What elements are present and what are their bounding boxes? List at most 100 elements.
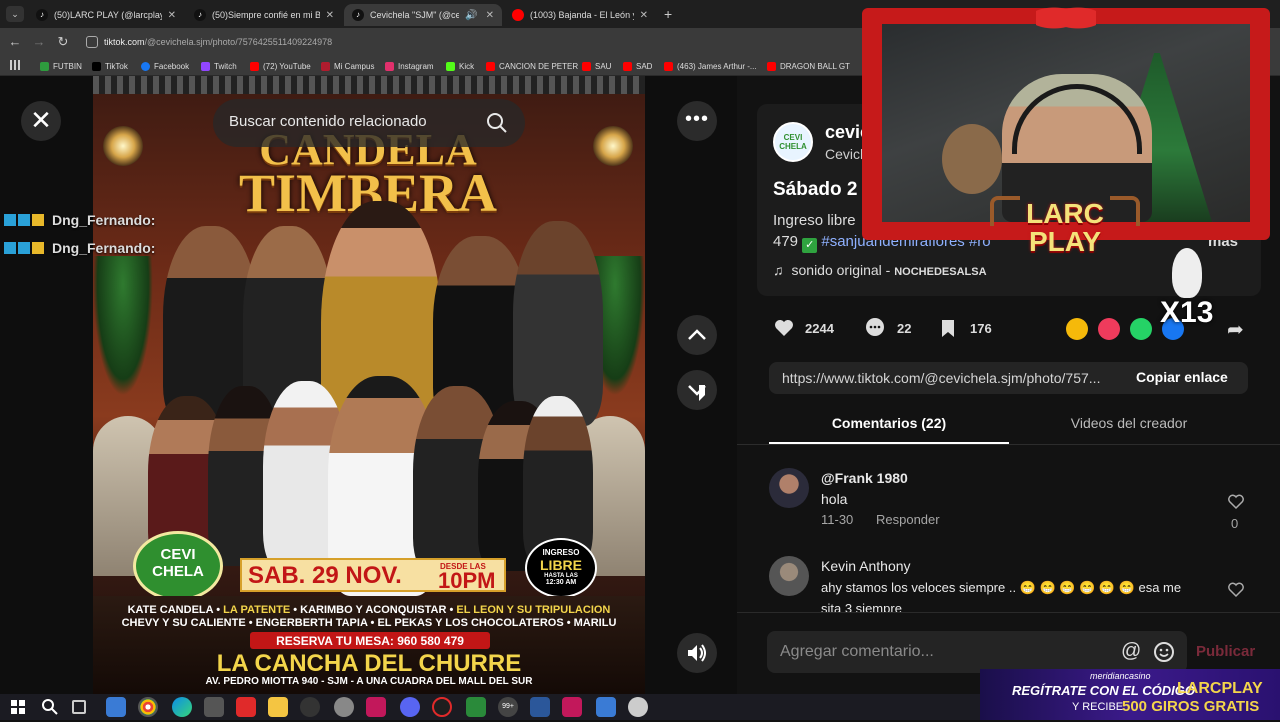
christmas-bow-icon bbox=[1036, 0, 1096, 30]
comment-username[interactable]: Kevin Anthony bbox=[821, 558, 911, 574]
app-icon[interactable] bbox=[334, 697, 354, 717]
avatar[interactable] bbox=[769, 556, 809, 596]
logo-text: CEVI bbox=[160, 546, 196, 563]
share-arrow-icon[interactable]: ➦ bbox=[1227, 317, 1244, 342]
copy-link-button[interactable]: Copiar enlace bbox=[1136, 369, 1228, 385]
badge-icon bbox=[18, 242, 30, 254]
apps-grid-icon[interactable] bbox=[10, 60, 20, 70]
avatar-text: CEVI bbox=[783, 133, 803, 142]
youtube-icon bbox=[486, 61, 495, 71]
obs-icon[interactable] bbox=[432, 697, 452, 717]
campus-icon bbox=[321, 61, 330, 71]
bookmark-youtube[interactable]: (72) YouTube bbox=[250, 59, 311, 73]
artist-name: LA PATENTE bbox=[223, 604, 291, 616]
search-icon[interactable] bbox=[486, 112, 508, 134]
reload-icon[interactable]: ↻ bbox=[54, 33, 72, 51]
forward-icon[interactable]: → bbox=[30, 33, 48, 51]
comment-like-icon[interactable] bbox=[1227, 493, 1245, 511]
bookmark-sau[interactable]: SAU bbox=[582, 59, 611, 73]
app-icon[interactable] bbox=[300, 697, 320, 717]
avatar[interactable] bbox=[769, 468, 809, 508]
emoji-icon[interactable] bbox=[1153, 641, 1175, 663]
app-icon[interactable] bbox=[596, 697, 616, 717]
browser-tab-title: (50)LARC PLAY (@larcplay) | Tik bbox=[54, 10, 162, 20]
sound-row[interactable]: ♫ sonido original - NOCHEDESALSA bbox=[773, 262, 987, 278]
notification-badge[interactable]: 99+ bbox=[498, 697, 518, 717]
url-field[interactable]: tiktok.com/@cevichela.sjm/photo/75764255… bbox=[104, 34, 864, 50]
app-icon[interactable] bbox=[562, 697, 582, 717]
browser-tab[interactable]: ♪ (50)LARC PLAY (@larcplay) | Tik ✕ bbox=[28, 4, 184, 26]
previous-post-button[interactable] bbox=[677, 315, 717, 355]
bookmark-facebook[interactable]: Facebook bbox=[141, 59, 189, 73]
send-icon[interactable] bbox=[1098, 318, 1120, 340]
comment-like-count: 0 bbox=[1231, 516, 1239, 531]
post-description: Ingreso libre bbox=[773, 212, 856, 229]
store-icon[interactable] bbox=[106, 697, 126, 717]
tiktok-icon bbox=[92, 61, 101, 71]
bookmark-tiktok[interactable]: TikTok bbox=[92, 59, 128, 73]
more-options-button[interactable]: ••• bbox=[677, 101, 717, 141]
browser-tab-active[interactable]: ♪ Cevichela "SJM" (@cevichel 🔊 ✕ bbox=[344, 4, 502, 26]
mention-icon[interactable]: @ bbox=[1121, 640, 1141, 663]
cevichela-logo: CEVI CHELA bbox=[133, 531, 223, 601]
anydesk-icon[interactable] bbox=[236, 697, 256, 717]
file-explorer-icon[interactable] bbox=[268, 697, 288, 717]
site-info-icon[interactable] bbox=[86, 36, 98, 48]
bookmark-sad[interactable]: SAD bbox=[623, 59, 652, 73]
app-icon[interactable] bbox=[204, 697, 224, 717]
app-icon[interactable] bbox=[366, 697, 386, 717]
comment-button[interactable]: 22 bbox=[863, 315, 911, 341]
bookmark-twitch[interactable]: Twitch bbox=[201, 59, 237, 73]
tab-comments[interactable]: Comentarios (22) bbox=[769, 406, 1009, 444]
bookmark-mi-campus[interactable]: Mi Campus bbox=[321, 59, 374, 73]
word-icon[interactable] bbox=[530, 697, 550, 717]
edge-icon[interactable] bbox=[172, 697, 192, 717]
bookmark-instagram[interactable]: Instagram bbox=[385, 59, 434, 73]
browser-tab[interactable]: (1003) Bajanda - El León y su Tr ✕ bbox=[504, 4, 656, 26]
stage-light bbox=[593, 126, 633, 166]
reply-button[interactable]: Responder bbox=[876, 512, 940, 527]
comment-like-icon[interactable] bbox=[1227, 581, 1245, 599]
repost-icon[interactable] bbox=[1066, 318, 1088, 340]
task-view-icon[interactable] bbox=[72, 700, 86, 714]
bookmark-dragon-ball[interactable]: DRAGON BALL GT bbox=[767, 59, 850, 73]
close-tab-icon[interactable]: ✕ bbox=[326, 10, 334, 21]
calculator-icon[interactable] bbox=[466, 697, 486, 717]
app-icon[interactable] bbox=[628, 697, 648, 717]
windows-start-icon[interactable] bbox=[8, 697, 28, 717]
search-icon[interactable] bbox=[40, 697, 60, 717]
chat-username: Dng_Fernando bbox=[52, 212, 151, 228]
back-icon[interactable]: ← bbox=[6, 33, 24, 51]
share-link-url: https://www.tiktok.com/@cevichela.sjm/ph… bbox=[782, 370, 1101, 386]
whatsapp-icon[interactable] bbox=[1130, 318, 1152, 340]
next-post-button[interactable] bbox=[677, 370, 717, 410]
discord-icon[interactable] bbox=[400, 697, 420, 717]
bookmark-cancion[interactable]: CANCION DE PETER bbox=[486, 59, 578, 73]
goose-icon bbox=[1172, 248, 1202, 298]
like-button[interactable]: 2244 bbox=[773, 315, 834, 341]
event-poster: CANDELA TIMBERA CEVI CHELA INGRESO LIBRE… bbox=[93, 76, 645, 694]
bookmark-james-arthur[interactable]: (463) James Arthur -... bbox=[664, 59, 757, 73]
tab-creator-videos[interactable]: Videos del creador bbox=[1009, 406, 1249, 444]
close-button[interactable]: ✕ bbox=[21, 101, 61, 141]
close-tab-icon[interactable]: ✕ bbox=[486, 10, 494, 21]
comment-username[interactable]: @Frank 1980 bbox=[821, 470, 908, 486]
creator-avatar[interactable]: CEVI CHELA bbox=[773, 122, 813, 162]
publish-button[interactable]: Publicar bbox=[1196, 643, 1255, 660]
close-tab-icon[interactable]: ✕ bbox=[640, 10, 648, 21]
new-tab-button[interactable]: + bbox=[664, 6, 672, 22]
browser-tab[interactable]: ♪ (50)Siempre confié en mi Bayer ✕ bbox=[186, 4, 342, 26]
bookmark-kick[interactable]: Kick bbox=[446, 59, 474, 73]
volume-button[interactable] bbox=[677, 633, 717, 673]
kick-icon bbox=[446, 61, 455, 71]
audio-playing-icon[interactable]: 🔊 bbox=[465, 10, 477, 21]
chevron-up-icon bbox=[688, 329, 706, 340]
sound-author: NOCHEDESALSA bbox=[894, 266, 987, 278]
tab-search-button[interactable]: ⌄ bbox=[6, 6, 24, 22]
ingreso-libre-badge: INGRESO LIBRE HASTA LAS 12:30 AM bbox=[525, 538, 597, 598]
comment-text: hola bbox=[821, 491, 848, 507]
close-tab-icon[interactable]: ✕ bbox=[168, 10, 176, 21]
chrome-icon[interactable] bbox=[138, 697, 158, 717]
bookmark-futbin[interactable]: FUTBIN bbox=[40, 59, 82, 73]
save-button[interactable]: 176 bbox=[938, 315, 992, 341]
